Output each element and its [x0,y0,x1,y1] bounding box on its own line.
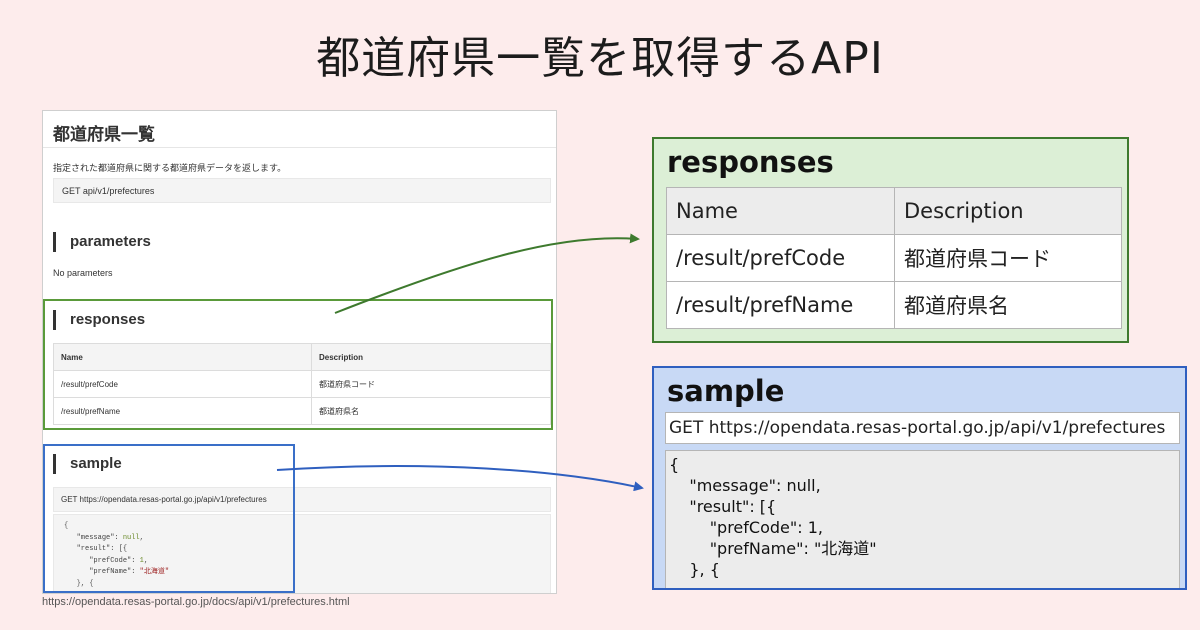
sample-callout: sample GET https://opendata.resas-portal… [652,366,1187,590]
table-header-cell: Description [894,187,1122,235]
no-parameters-text: No parameters [53,268,113,278]
doc-heading: 都道府県一覧 [53,125,155,144]
code-line: "prefName": "北海道" [669,539,877,558]
sample-highlight-box [43,444,295,593]
divider [43,147,556,148]
code-line: }, { [669,560,720,579]
code-line: "prefCode": 1, [669,518,823,537]
code-line: { [669,455,680,474]
table-header-cell: Name [666,187,895,235]
table-cell: /result/prefCode [666,234,895,282]
table-header-row: Name Description [666,187,1122,235]
responses-highlight-box [43,299,553,430]
slide-title: 都道府県一覧を取得するAPI [316,33,884,84]
source-url: https://opendata.resas-portal.go.jp/docs… [42,596,350,608]
parameters-heading: parameters [53,232,151,252]
table-cell: 都道府県コード [894,234,1122,282]
code-line: "result": [{ [669,497,777,516]
responses-callout-table: Name Description /result/prefCode 都道府県コー… [666,187,1122,329]
sample-callout-get-line: GET https://opendata.resas-portal.go.jp/… [665,412,1180,444]
sample-callout-title: sample [667,374,785,408]
table-cell: /result/prefName [666,281,895,329]
table-row: /result/prefCode 都道府県コード [666,234,1122,282]
table-row: /result/prefName 都道府県名 [666,281,1122,329]
sample-callout-code: { "message": null, "result": [{ "prefCod… [665,450,1180,588]
responses-callout-title: responses [667,145,834,179]
table-cell: 都道府県名 [894,281,1122,329]
doc-description: 指定された都道府県に関する都道府県データを返します。 [53,163,287,173]
code-line: "message": null, [669,476,821,495]
doc-endpoint: GET api/v1/prefectures [53,178,551,203]
responses-callout: responses Name Description /result/prefC… [652,137,1129,343]
